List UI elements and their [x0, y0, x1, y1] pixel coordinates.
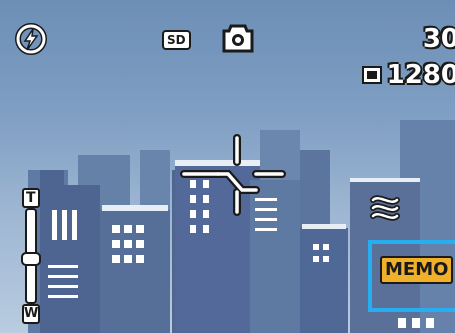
image-size-icon — [361, 66, 382, 84]
camera-lcd-screen: SD 30 1280 T W MEMO — [0, 0, 455, 333]
zoom-position-indicator[interactable] — [21, 252, 41, 266]
zoom-bar[interactable]: T W — [18, 188, 41, 328]
memo-button[interactable]: MEMO — [380, 256, 454, 284]
zoom-wide-marker: W — [22, 304, 40, 324]
snow-scene-icon[interactable] — [367, 190, 403, 224]
zoom-tele-marker: T — [22, 188, 40, 208]
memo-selection-frame[interactable]: MEMO — [368, 240, 455, 312]
zoom-wide-label: W — [24, 306, 39, 321]
resolution-indicator: 1280 — [361, 62, 455, 88]
sd-card-badge: SD — [162, 30, 191, 50]
resolution-value: 1280 — [386, 60, 455, 90]
camera-icon[interactable] — [221, 22, 255, 54]
flash-auto-icon[interactable] — [14, 22, 48, 56]
shots-remaining: 30 — [422, 24, 455, 54]
zoom-tele-label: T — [26, 190, 36, 206]
af-target-icon — [180, 134, 286, 216]
